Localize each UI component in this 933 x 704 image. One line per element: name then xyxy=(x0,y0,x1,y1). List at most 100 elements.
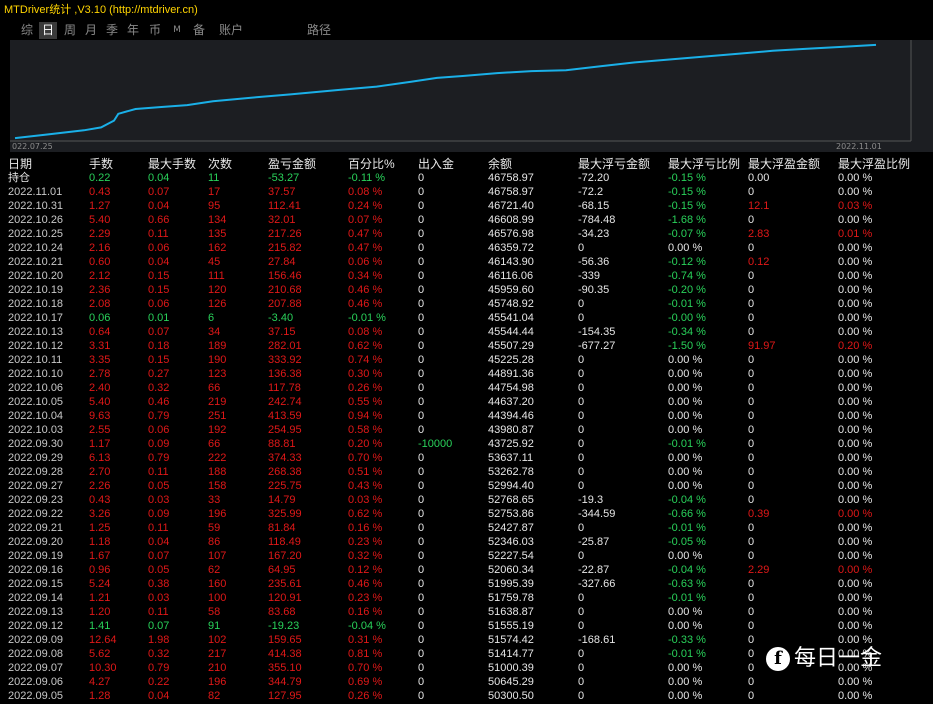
tab-quarter[interactable]: 季 xyxy=(103,22,121,39)
cell-max-float-profit-ratio: 0.00 % xyxy=(838,326,873,338)
column-header-max-float-loss[interactable]: 最大浮亏金额 xyxy=(578,157,650,171)
cell-max-lots: 0.38 xyxy=(148,578,170,590)
table-row[interactable]: 2022.09.27 2.26 0.05 158 225.75 0.43 % 0 52994.… xyxy=(0,479,933,493)
table-row[interactable]: 2022.09.22 3.26 0.09 196 325.99 0.62 % 0 52753.… xyxy=(0,507,933,521)
table-row[interactable]: 2022.09.23 0.43 0.03 33 14.79 0.03 % 0 52768.65… xyxy=(0,493,933,507)
cell-balance: 46721.40 xyxy=(488,200,534,212)
cell-pnl: 325.99 xyxy=(268,508,302,520)
table-row[interactable]: 2022.09.12 1.41 0.07 91 -19.23 -0.04 % 0 51555.… xyxy=(0,619,933,633)
table-row[interactable]: 2022.09.28 2.70 0.11 188 268.38 0.51 % 0 53262.… xyxy=(0,465,933,479)
cell-deposit: 0 xyxy=(418,298,425,310)
column-header-max-float-profit-ratio[interactable]: 最大浮盈比例 xyxy=(838,157,910,171)
tab-path[interactable]: 路径 xyxy=(304,22,334,39)
table-row[interactable]: 2022.10.26 5.40 0.66 134 32.01 0.07 % 0 46608.9… xyxy=(0,213,933,227)
table-row[interactable]: 2022.10.21 0.60 0.04 45 27.84 0.06 % 0 46143.90… xyxy=(0,255,933,269)
cell-deposit: 0 xyxy=(418,592,425,604)
table-row[interactable]: 2022.09.06 4.27 0.22 196 344.79 0.69 % 0 50645.… xyxy=(0,675,933,689)
table-row[interactable]: 2022.09.21 1.25 0.11 59 81.84 0.16 % 0 52427.87… xyxy=(0,521,933,535)
cell-lots: 1.28 xyxy=(89,690,111,702)
table-row[interactable]: 2022.10.04 9.63 0.79 251 413.59 0.94 % 0 44394.… xyxy=(0,409,933,423)
cell-pnl: 344.79 xyxy=(268,676,302,688)
table-row[interactable]: 2022.10.06 2.40 0.32 66 117.78 0.26 % 0 44754.9… xyxy=(0,381,933,395)
table-row[interactable]: 持仓 0.22 0.04 11 -53.27 -0.11 % 0 46758.97 -72.20… xyxy=(0,171,933,185)
column-header-percent[interactable]: 百分比% xyxy=(348,157,395,171)
cell-max-float-profit: 0 xyxy=(748,578,755,590)
table-row[interactable]: 2022.11.01 0.43 0.07 17 37.57 0.08 % 0 46758.97… xyxy=(0,185,933,199)
tab-currency[interactable]: 币 xyxy=(146,22,164,39)
cell-balance: 44637.20 xyxy=(488,396,534,408)
column-header-max-lots[interactable]: 最大手数 xyxy=(148,157,196,171)
table-row[interactable]: 2022.10.13 0.64 0.07 34 37.15 0.08 % 0 45544.44… xyxy=(0,325,933,339)
table-row[interactable]: 2022.09.29 6.13 0.79 222 374.33 0.70 % 0 53637.… xyxy=(0,451,933,465)
table-row[interactable]: 2022.10.25 2.29 0.11 135 217.26 0.47 % 0 46576.… xyxy=(0,227,933,241)
cell-max-float-profit-ratio: 0.03 % xyxy=(838,200,873,212)
table-row[interactable]: 2022.09.20 1.18 0.04 86 118.49 0.23 % 0 52346.0… xyxy=(0,535,933,549)
table-row[interactable]: 2022.10.31 1.27 0.04 95 112.41 0.24 % 0 46721.4… xyxy=(0,199,933,213)
cell-max-float-profit: 0 xyxy=(748,606,755,618)
tab-note[interactable]: 备 xyxy=(190,22,208,39)
cell-date: 2022.09.05 xyxy=(8,690,64,702)
table-row[interactable]: 2022.10.20 2.12 0.15 111 156.46 0.34 % 0 46116.… xyxy=(0,269,933,283)
cell-lots: 2.40 xyxy=(89,382,111,394)
tab-m[interactable]: M xyxy=(170,22,184,39)
cell-date: 2022.09.06 xyxy=(8,676,64,688)
cell-count: 62 xyxy=(208,564,221,576)
table-row[interactable]: 2022.10.18 2.08 0.06 126 207.88 0.46 % 0 45748.… xyxy=(0,297,933,311)
tab-day[interactable]: 日 xyxy=(39,22,57,39)
cell-max-float-profit: 0 xyxy=(748,298,755,310)
table-row[interactable]: 2022.09.14 1.21 0.03 100 120.91 0.23 % 0 51759.… xyxy=(0,591,933,605)
watermark: f 每日一金 xyxy=(766,643,882,675)
cell-max-float-loss-ratio: 0.00 % xyxy=(668,620,703,632)
cell-max-float-profit-ratio: 0.00 % xyxy=(838,676,873,688)
column-header-max-float-profit[interactable]: 最大浮盈金额 xyxy=(748,157,820,171)
cell-count: 107 xyxy=(208,550,227,562)
cell-percent: 0.30 % xyxy=(348,368,383,380)
column-header-pnl[interactable]: 盈亏金额 xyxy=(268,157,316,171)
column-header-balance[interactable]: 余额 xyxy=(488,157,512,171)
cell-percent: 0.94 % xyxy=(348,410,383,422)
cell-max-float-loss: -68.15 xyxy=(578,200,610,212)
cell-date: 2022.09.15 xyxy=(8,578,64,590)
cell-deposit: 0 xyxy=(418,270,425,282)
table-row[interactable]: 2022.10.03 2.55 0.06 192 254.95 0.58 % 0 43980.… xyxy=(0,423,933,437)
cell-max-lots: 0.01 xyxy=(148,312,170,324)
column-header-date[interactable]: 日期 xyxy=(8,157,32,171)
table-row[interactable]: 2022.09.16 0.96 0.05 62 64.95 0.12 % 0 52060.34… xyxy=(0,563,933,577)
table-row[interactable]: 2022.10.10 2.78 0.27 123 136.38 0.30 % 0 44891.… xyxy=(0,367,933,381)
table-row[interactable]: 2022.10.12 3.31 0.18 189 282.01 0.62 % 0 45507.… xyxy=(0,339,933,353)
table-row[interactable]: 2022.09.30 1.17 0.09 66 88.81 0.20 % -10000 437… xyxy=(0,437,933,451)
table-row[interactable]: 2022.10.24 2.16 0.06 162 215.82 0.47 % 0 46359.… xyxy=(0,241,933,255)
cell-deposit: 0 xyxy=(418,228,425,240)
cell-count: 58 xyxy=(208,606,221,618)
cell-max-lots: 0.11 xyxy=(148,228,169,240)
table-row[interactable]: 2022.10.17 0.06 0.01 6 -3.40 -0.01 % 0 45541.04… xyxy=(0,311,933,325)
cell-deposit: 0 xyxy=(418,620,425,632)
table-row[interactable]: 2022.09.15 5.24 0.38 160 235.61 0.46 % 0 51995.… xyxy=(0,577,933,591)
tab-summary[interactable]: 综 xyxy=(18,22,36,39)
table-row[interactable]: 2022.10.11 3.35 0.15 190 333.92 0.74 % 0 45225.… xyxy=(0,353,933,367)
facebook-icon: f xyxy=(766,647,790,671)
tab-account[interactable]: 账户 xyxy=(216,22,246,39)
tab-month[interactable]: 月 xyxy=(82,22,100,39)
column-header-count[interactable]: 次数 xyxy=(208,157,232,171)
column-header-lots[interactable]: 手数 xyxy=(89,157,113,171)
column-header-max-float-loss-ratio[interactable]: 最大浮亏比例 xyxy=(668,157,740,171)
cell-date: 2022.10.25 xyxy=(8,228,64,240)
column-header-deposit[interactable]: 出入金 xyxy=(418,157,454,171)
table-row[interactable]: 2022.09.19 1.67 0.07 107 167.20 0.32 % 0 52227.… xyxy=(0,549,933,563)
tab-year[interactable]: 年 xyxy=(124,22,142,39)
cell-deposit: 0 xyxy=(418,480,425,492)
table-row[interactable]: 2022.10.05 5.40 0.46 219 242.74 0.55 % 0 44637.… xyxy=(0,395,933,409)
table-row[interactable]: 2022.09.13 1.20 0.11 58 83.68 0.16 % 0 51638.87… xyxy=(0,605,933,619)
tab-week[interactable]: 周 xyxy=(61,22,79,39)
cell-max-float-loss-ratio: 0.00 % xyxy=(668,452,703,464)
cell-date: 2022.09.19 xyxy=(8,550,64,562)
cell-date: 2022.10.03 xyxy=(8,424,64,436)
cell-pnl: 156.46 xyxy=(268,270,302,282)
cell-lots: 2.16 xyxy=(89,242,111,254)
cell-lots: 0.43 xyxy=(89,494,111,506)
table-row[interactable]: 2022.10.19 2.36 0.15 120 210.68 0.46 % 0 45959.… xyxy=(0,283,933,297)
table-row[interactable]: 2022.09.05 1.28 0.04 82 127.95 0.26 % 0 50300.5… xyxy=(0,689,933,703)
cell-lots: 0.96 xyxy=(89,564,111,576)
cell-max-lots: 0.04 xyxy=(148,536,170,548)
